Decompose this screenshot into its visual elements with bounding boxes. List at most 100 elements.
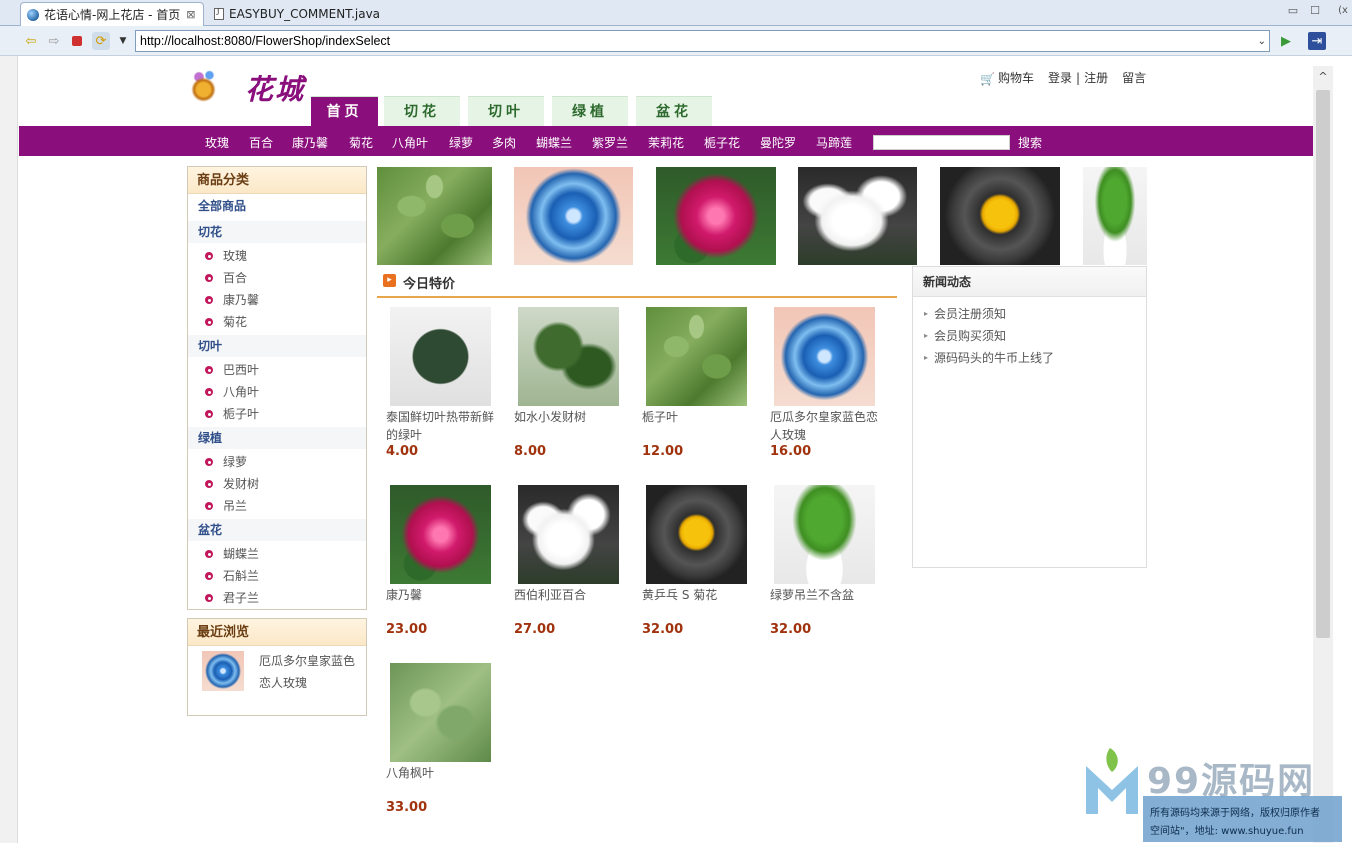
- watermark-line-1: 所有源码均来源于网络，版权归原作者: [1150, 808, 1320, 819]
- list-item[interactable]: 栀子叶: [205, 403, 259, 425]
- category-link[interactable]: 绿萝: [449, 134, 473, 151]
- product-name[interactable]: 栀子叶: [642, 408, 754, 426]
- scrollbar-thumb[interactable]: [1316, 90, 1330, 638]
- list-item[interactable]: 巴西叶: [205, 359, 259, 381]
- category-all[interactable]: 全部商品: [188, 195, 366, 217]
- carousel-image[interactable]: [514, 167, 633, 265]
- chevron-down-icon[interactable]: ▼: [114, 32, 132, 50]
- list-item[interactable]: 吊兰: [205, 495, 247, 517]
- product-name[interactable]: 厄瓜多尔皇家蓝色恋 人玫瑰: [770, 408, 882, 444]
- tab-home[interactable]: 首页: [311, 96, 378, 126]
- stop-icon[interactable]: [68, 32, 86, 50]
- news-panel-title: 新闻动态: [913, 267, 1146, 297]
- url-text: http://localhost:8080/FlowerShop/indexSe…: [140, 34, 391, 48]
- category-group-green-plants[interactable]: 绿植: [188, 427, 366, 449]
- product-image[interactable]: [774, 485, 875, 584]
- category-link[interactable]: 曼陀罗: [760, 134, 796, 151]
- category-group-cut-leaves[interactable]: 切叶: [188, 335, 366, 357]
- carousel-image[interactable]: [940, 167, 1060, 265]
- list-item[interactable]: 康乃馨: [205, 289, 259, 311]
- list-item[interactable]: 发财树: [205, 473, 259, 495]
- close-icon[interactable]: ⊠: [186, 8, 195, 21]
- recent-thumbnail[interactable]: [202, 651, 244, 691]
- url-input[interactable]: http://localhost:8080/FlowerShop/indexSe…: [135, 30, 1270, 52]
- category-panel-title: 商品分类: [188, 167, 366, 194]
- category-link[interactable]: 马蹄莲: [816, 134, 852, 151]
- product-image[interactable]: [518, 485, 619, 584]
- site-logo[interactable]: 花城: [245, 68, 305, 108]
- carousel-image[interactable]: [656, 167, 776, 265]
- product-name[interactable]: 八角枫叶: [386, 764, 498, 782]
- product-name[interactable]: 如水小发财树: [514, 408, 626, 426]
- product-price: 33.00: [386, 800, 428, 815]
- tab-cut-leaves[interactable]: 切叶: [468, 96, 544, 126]
- browser-toolbar: ⇦ ⇨ ⟳ ▼ http://localhost:8080/FlowerShop…: [0, 26, 1352, 56]
- category-link[interactable]: 玫瑰: [205, 134, 229, 151]
- tab-java-file[interactable]: EASYBUY_COMMENT.java: [208, 2, 386, 26]
- product-name[interactable]: 泰国鲜切叶热带新鲜 的绿叶: [386, 408, 498, 444]
- login-link[interactable]: 登录: [1048, 69, 1072, 86]
- category-link[interactable]: 百合: [249, 134, 273, 151]
- tab-green-plants[interactable]: 绿植: [552, 96, 628, 126]
- minimize-icon[interactable]: ▭: [1286, 4, 1300, 18]
- search-button[interactable]: 搜索: [1018, 134, 1042, 151]
- product-image[interactable]: [518, 307, 619, 406]
- forward-arrow-icon[interactable]: ⇨: [45, 32, 63, 50]
- category-link[interactable]: 康乃馨: [292, 134, 328, 151]
- list-item[interactable]: 菊花: [205, 311, 247, 333]
- list-item[interactable]: 玫瑰: [205, 245, 247, 267]
- top-links: 🛒 购物车 登录 | 注册 留言: [980, 69, 1146, 87]
- carousel-image[interactable]: [1083, 167, 1147, 265]
- product-image[interactable]: [774, 307, 875, 406]
- bullet-icon: [205, 480, 213, 488]
- category-group-potted-flowers[interactable]: 盆花: [188, 519, 366, 541]
- product-image[interactable]: [390, 663, 491, 762]
- product-name[interactable]: 黄乒乓 S 菊花: [642, 586, 754, 604]
- product-name[interactable]: 康乃馨: [386, 586, 498, 604]
- list-item[interactable]: 百合: [205, 267, 247, 289]
- scroll-up-icon[interactable]: ^: [1316, 70, 1330, 84]
- product-image[interactable]: [646, 307, 747, 406]
- product-image[interactable]: [390, 485, 491, 584]
- tab-browser-home[interactable]: 花语心情-网上花店 - 首页 ⊠: [20, 2, 204, 26]
- category-link[interactable]: 茉莉花: [648, 134, 684, 151]
- product-name[interactable]: 绿萝吊兰不含盆: [770, 586, 882, 604]
- link-separator: |: [1076, 70, 1081, 85]
- tab-potted-flowers[interactable]: 盆花: [636, 96, 712, 126]
- go-icon[interactable]: ▶: [1277, 32, 1295, 50]
- recent-item-name-1[interactable]: 厄瓜多尔皇家蓝色: [259, 652, 355, 669]
- product-image[interactable]: [390, 307, 491, 406]
- list-item[interactable]: 绿萝: [205, 451, 247, 473]
- product-image[interactable]: [646, 485, 747, 584]
- recent-item-name-2[interactable]: 恋人玫瑰: [259, 674, 307, 691]
- list-item[interactable]: 八角叶: [205, 381, 259, 403]
- category-group-cut-flowers[interactable]: 切花: [188, 221, 366, 243]
- news-item[interactable]: 会员购买须知: [924, 327, 1006, 344]
- category-link[interactable]: 菊花: [349, 134, 373, 151]
- search-input[interactable]: [873, 135, 1010, 150]
- category-link[interactable]: 多肉: [492, 134, 516, 151]
- news-item[interactable]: 源码码头的牛币上线了: [924, 349, 1054, 366]
- refresh-icon[interactable]: ⟳: [92, 32, 110, 50]
- category-link[interactable]: 蝴蝶兰: [536, 134, 572, 151]
- carousel-image[interactable]: [798, 167, 917, 265]
- product-name[interactable]: 西伯利亚百合: [514, 586, 626, 604]
- category-link[interactable]: 八角叶: [392, 134, 428, 151]
- url-dropdown-icon[interactable]: ⌄: [1258, 32, 1266, 52]
- back-arrow-icon[interactable]: ⇦: [22, 32, 40, 50]
- category-link[interactable]: 紫罗兰: [592, 134, 628, 151]
- cart-link[interactable]: 购物车: [998, 69, 1034, 86]
- bullet-icon: [205, 594, 213, 602]
- message-link[interactable]: 留言: [1122, 69, 1146, 86]
- carousel-image[interactable]: [377, 167, 492, 265]
- list-item[interactable]: 蝴蝶兰: [205, 543, 259, 565]
- external-browser-icon[interactable]: ⇥: [1308, 32, 1326, 50]
- register-link[interactable]: 注册: [1084, 69, 1108, 86]
- news-item[interactable]: 会员注册须知: [924, 305, 1006, 322]
- tab-cut-flowers[interactable]: 切花: [384, 96, 460, 126]
- category-link[interactable]: 栀子花: [704, 134, 740, 151]
- cart-icon: 🛒: [980, 72, 995, 86]
- maximize-icon[interactable]: ☐: [1308, 4, 1322, 18]
- list-item[interactable]: 君子兰: [205, 587, 259, 609]
- list-item[interactable]: 石斛兰: [205, 565, 259, 587]
